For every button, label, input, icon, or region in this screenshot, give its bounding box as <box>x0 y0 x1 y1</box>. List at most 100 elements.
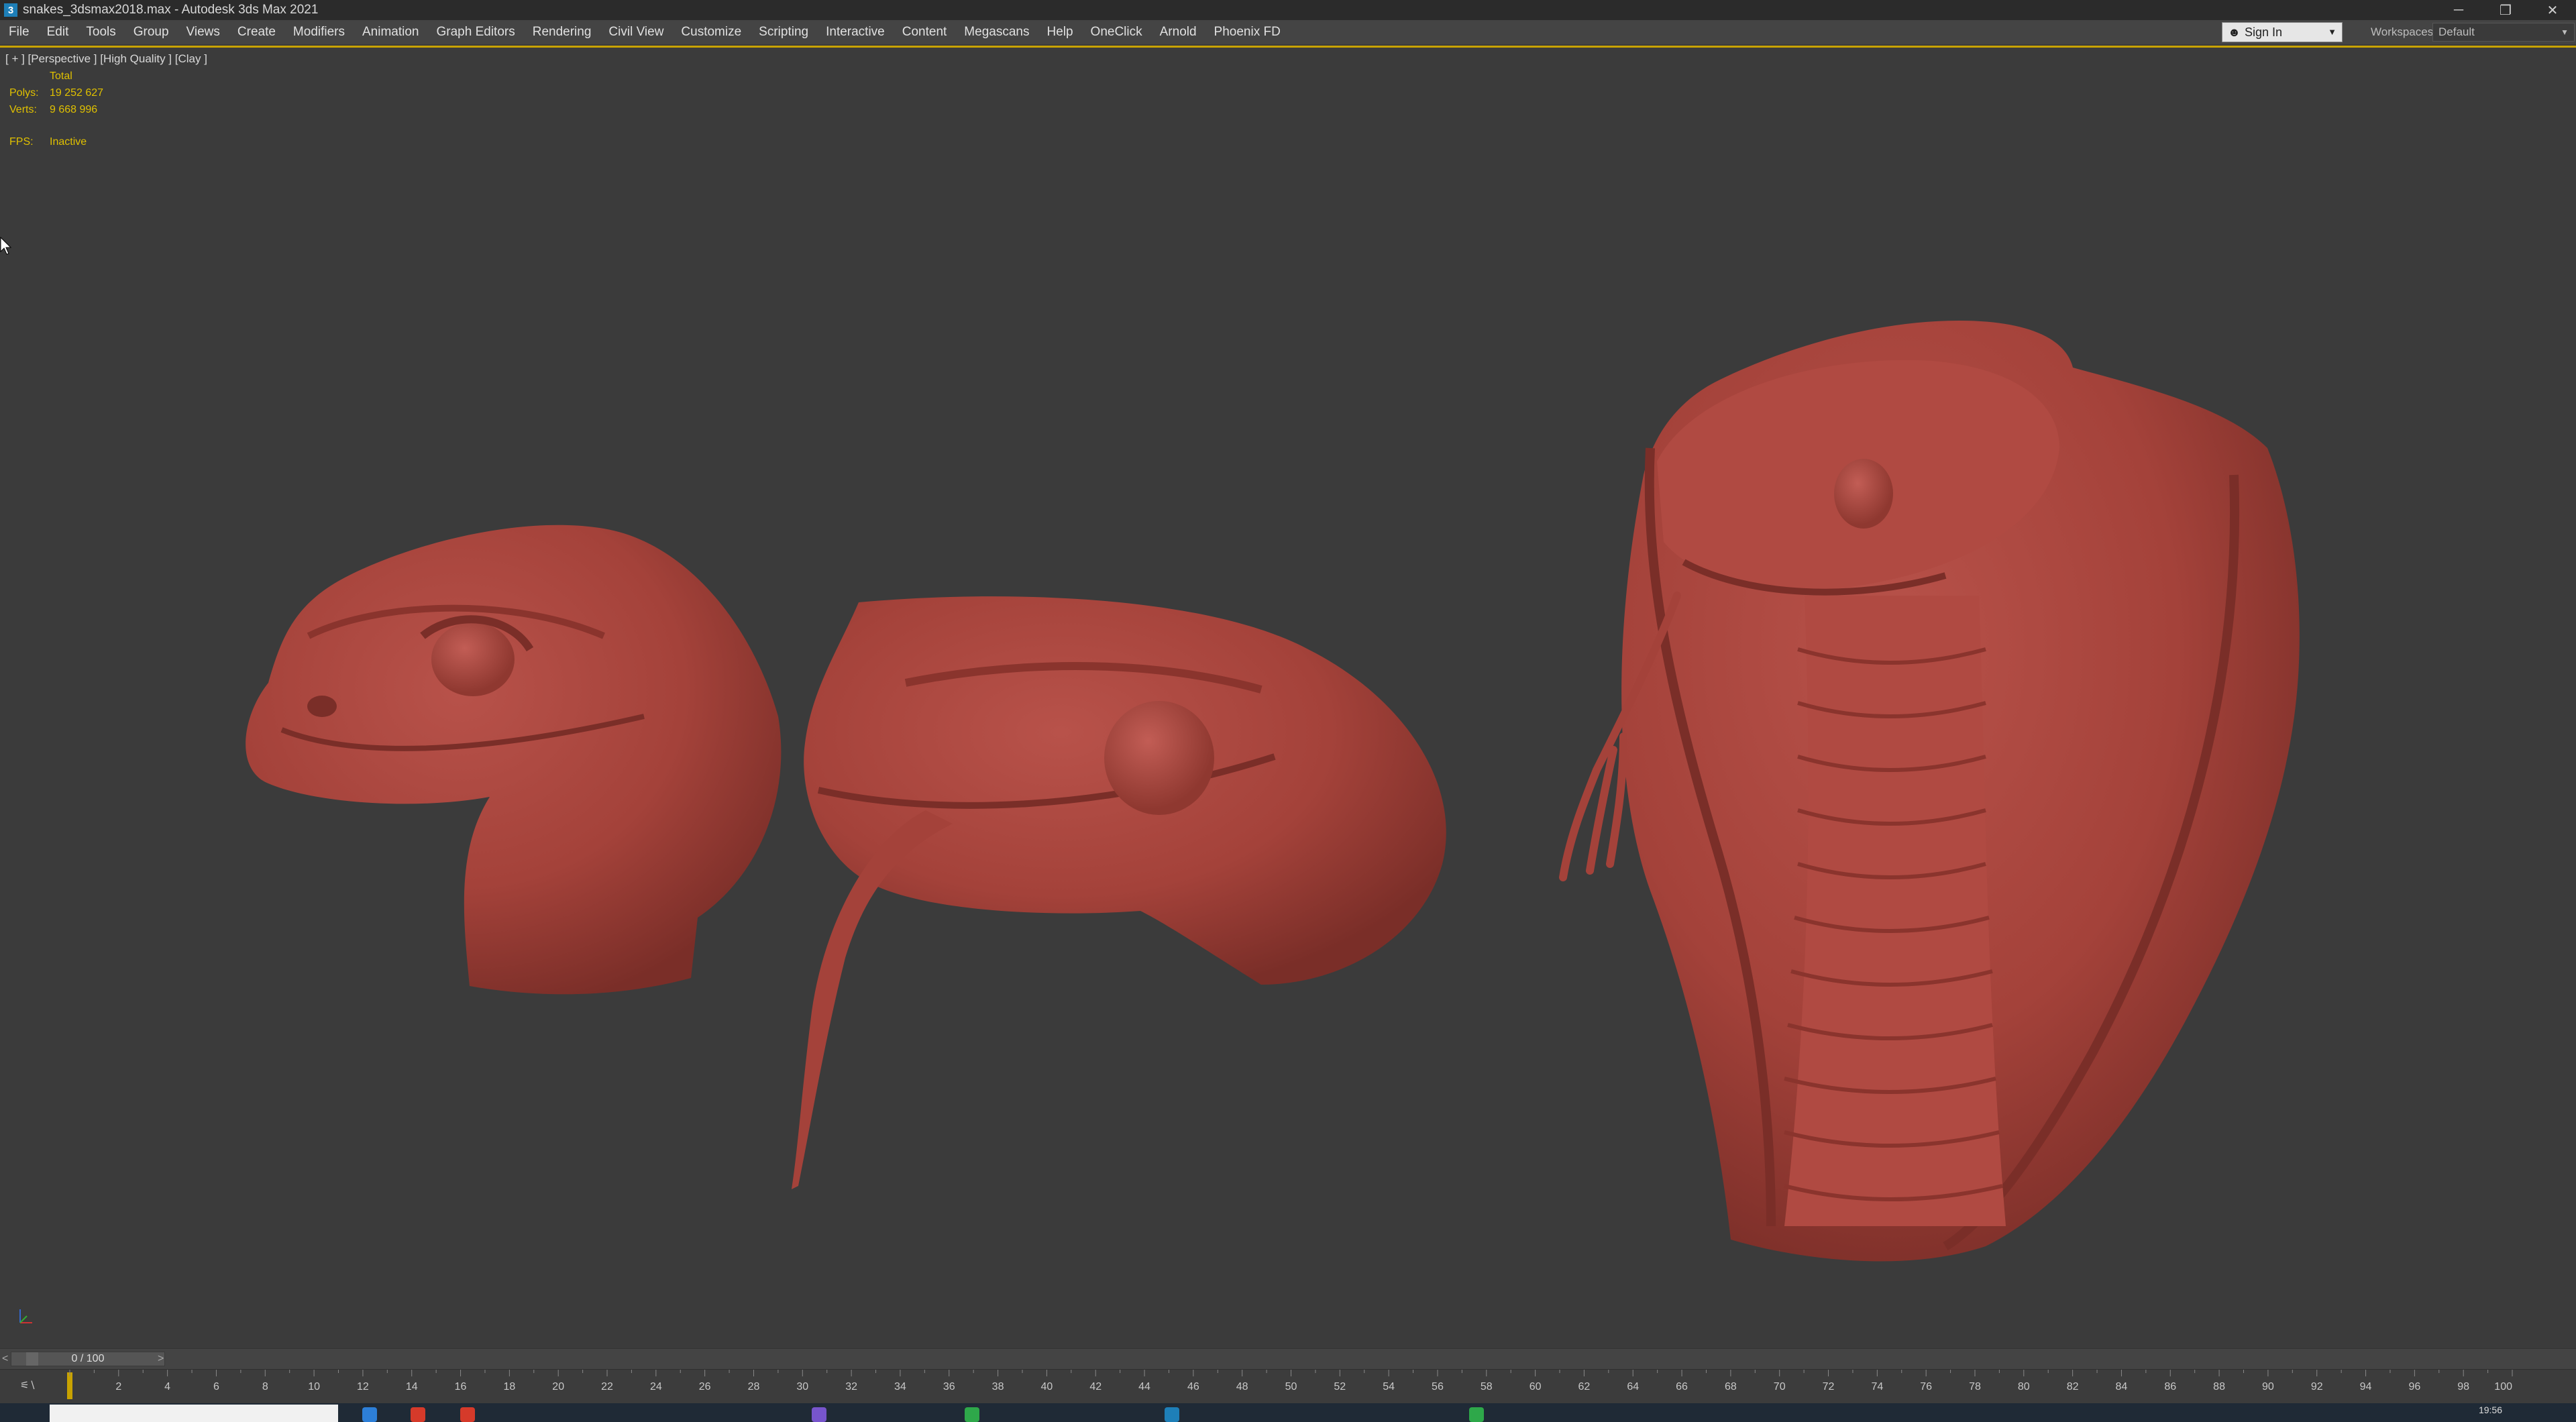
taskbar-app-icon[interactable] <box>411 1407 425 1422</box>
frame-tick-label: 48 <box>1236 1381 1248 1392</box>
menu-customize[interactable]: Customize <box>672 25 750 40</box>
snake-head-with-tongue-model[interactable] <box>792 596 1446 1189</box>
frame-tick-label: 70 <box>1774 1381 1786 1392</box>
frame-tick-label: 4 <box>164 1381 170 1392</box>
frame-tick-label: 66 <box>1676 1381 1688 1392</box>
frame-tick-label: 46 <box>1187 1381 1199 1392</box>
frame-tick-label: 60 <box>1529 1381 1542 1392</box>
taskbar-app-icon[interactable] <box>362 1407 377 1422</box>
track-bar[interactable]: ⚟∖ 2 4 6 8 10 12 14 16 18 20 22 24 26 28 30 32 34 36 38 40 4… <box>0 1369 2576 1403</box>
frame-tick-label: 54 <box>1383 1381 1395 1392</box>
frame-tick-label: 52 <box>1334 1381 1346 1392</box>
menu-arnold[interactable]: Arnold <box>1151 25 1205 40</box>
viper-head-model[interactable] <box>246 525 782 995</box>
frame-tick-label: 14 <box>406 1381 418 1392</box>
frame-tick-label: 40 <box>1041 1381 1053 1392</box>
frame-tick-label: 16 <box>455 1381 467 1392</box>
menu-group[interactable]: Group <box>125 25 178 40</box>
frame-tick-label: 56 <box>1432 1381 1444 1392</box>
frame-tick-label: 28 <box>748 1381 760 1392</box>
frame-tick-label: 76 <box>1920 1381 1932 1392</box>
frame-tick-label: 82 <box>2067 1381 2079 1392</box>
frame-tick-label: 100 <box>2494 1381 2512 1392</box>
menu-animation[interactable]: Animation <box>354 25 428 40</box>
3dsmax-app-icon[interactable]: 3 <box>4 3 17 17</box>
menu-edit[interactable]: Edit <box>38 25 78 40</box>
sign-in-dropdown[interactable]: ☻ Sign In ▼ <box>2222 22 2343 42</box>
frame-tick-label: 58 <box>1481 1381 1493 1392</box>
frame-tick-label: 96 <box>2408 1381 2420 1392</box>
frame-tick-label: 20 <box>552 1381 564 1392</box>
frame-tick-label: 86 <box>2164 1381 2176 1392</box>
time-slider-text: 0 / 100 <box>71 1353 105 1364</box>
close-button[interactable]: ✕ <box>2529 0 2576 20</box>
frame-tick-label: 78 <box>1969 1381 1981 1392</box>
taskbar-app-icon[interactable] <box>965 1407 979 1422</box>
frame-tick-label: 42 <box>1089 1381 1102 1392</box>
frame-tick-label: 22 <box>601 1381 613 1392</box>
menu-civil-view[interactable]: Civil View <box>600 25 672 40</box>
title-bar: 3 snakes_3dsmax2018.max - Autodesk 3ds M… <box>0 0 2576 20</box>
frame-tick-label: 50 <box>1285 1381 1297 1392</box>
scene-models <box>246 321 2300 1262</box>
workspace-value: Default <box>2438 25 2475 38</box>
frame-ruler: 2 4 6 8 10 12 14 16 18 20 22 24 26 28 30 32 34 36 38 40 42 44… <box>69 1370 2513 1392</box>
taskbar-app-icon[interactable] <box>812 1407 826 1422</box>
menu-views[interactable]: Views <box>178 25 229 40</box>
sign-in-label: Sign In <box>2244 25 2282 39</box>
frame-tick-label: 18 <box>503 1381 515 1392</box>
workspaces-label: Workspaces: <box>2371 25 2436 38</box>
menu-help[interactable]: Help <box>1038 25 1081 40</box>
menu-graph-editors[interactable]: Graph Editors <box>428 25 524 40</box>
user-icon: ☻ <box>2228 25 2241 39</box>
frame-tick-label: 84 <box>2116 1381 2128 1392</box>
taskbar-app-icon[interactable] <box>1469 1407 1484 1422</box>
windows-taskbar: 19:56 <box>0 1403 2576 1422</box>
frame-tick-label: 34 <box>894 1381 906 1392</box>
frame-tick-label: 92 <box>2311 1381 2323 1392</box>
frame-tick-label: 90 <box>2262 1381 2274 1392</box>
minimize-button[interactable]: ─ <box>2435 0 2482 20</box>
window-title: snakes_3dsmax2018.max - Autodesk 3ds Max… <box>23 3 319 17</box>
next-frame-button[interactable]: > <box>158 1353 164 1365</box>
menu-oneclick[interactable]: OneClick <box>1082 25 1151 40</box>
frame-tick-label: 30 <box>796 1381 808 1392</box>
chevron-down-icon: ▼ <box>2561 28 2569 37</box>
time-slider[interactable]: < 0 / 100 > <box>2 1352 165 1366</box>
menu-phoenix-fd[interactable]: Phoenix FD <box>1205 25 1289 40</box>
window-controls: ─ ❐ ✕ <box>2435 0 2576 20</box>
prev-frame-button[interactable]: < <box>2 1353 8 1365</box>
frame-tick-label: 24 <box>650 1381 662 1392</box>
menu-interactive[interactable]: Interactive <box>817 25 894 40</box>
frame-tick-label: 10 <box>308 1381 320 1392</box>
menu-scripting[interactable]: Scripting <box>750 25 817 40</box>
frame-tick-label: 94 <box>2360 1381 2372 1392</box>
frame-tick-label: 72 <box>1823 1381 1835 1392</box>
frame-tick-label: 2 <box>115 1381 121 1392</box>
frame-tick-label: 62 <box>1578 1381 1591 1392</box>
time-slider-bar: < 0 / 100 > <box>0 1348 2576 1369</box>
frame-tick-label: 80 <box>2018 1381 2030 1392</box>
frame-tick-label: 88 <box>2213 1381 2225 1392</box>
frame-tick-label: 8 <box>262 1381 268 1392</box>
frame-tick-label: 12 <box>357 1381 369 1392</box>
menu-modifiers[interactable]: Modifiers <box>284 25 354 40</box>
frame-tick-label: 74 <box>1871 1381 1883 1392</box>
cobra-model[interactable] <box>1559 321 2300 1262</box>
frame-tick-label: 26 <box>699 1381 711 1392</box>
menu-rendering[interactable]: Rendering <box>524 25 600 40</box>
taskbar-search-box[interactable] <box>50 1405 338 1422</box>
menu-content[interactable]: Content <box>894 25 956 40</box>
frame-tick-label: 6 <box>213 1381 219 1392</box>
menu-file[interactable]: File <box>0 25 38 40</box>
menu-megascans[interactable]: Megascans <box>955 25 1038 40</box>
taskbar-3dsmax-icon[interactable] <box>1165 1407 1179 1422</box>
menu-create[interactable]: Create <box>229 25 284 40</box>
frame-tick-label: 64 <box>1627 1381 1639 1392</box>
menu-bar: File Edit Tools Group Views Create Modif… <box>0 20 2576 44</box>
workspace-select[interactable]: Default ▼ <box>2432 23 2575 42</box>
taskbar-app-icon[interactable] <box>460 1407 475 1422</box>
frame-tick-label: 98 <box>2457 1381 2469 1392</box>
restore-button[interactable]: ❐ <box>2482 0 2529 20</box>
menu-tools[interactable]: Tools <box>77 25 124 40</box>
